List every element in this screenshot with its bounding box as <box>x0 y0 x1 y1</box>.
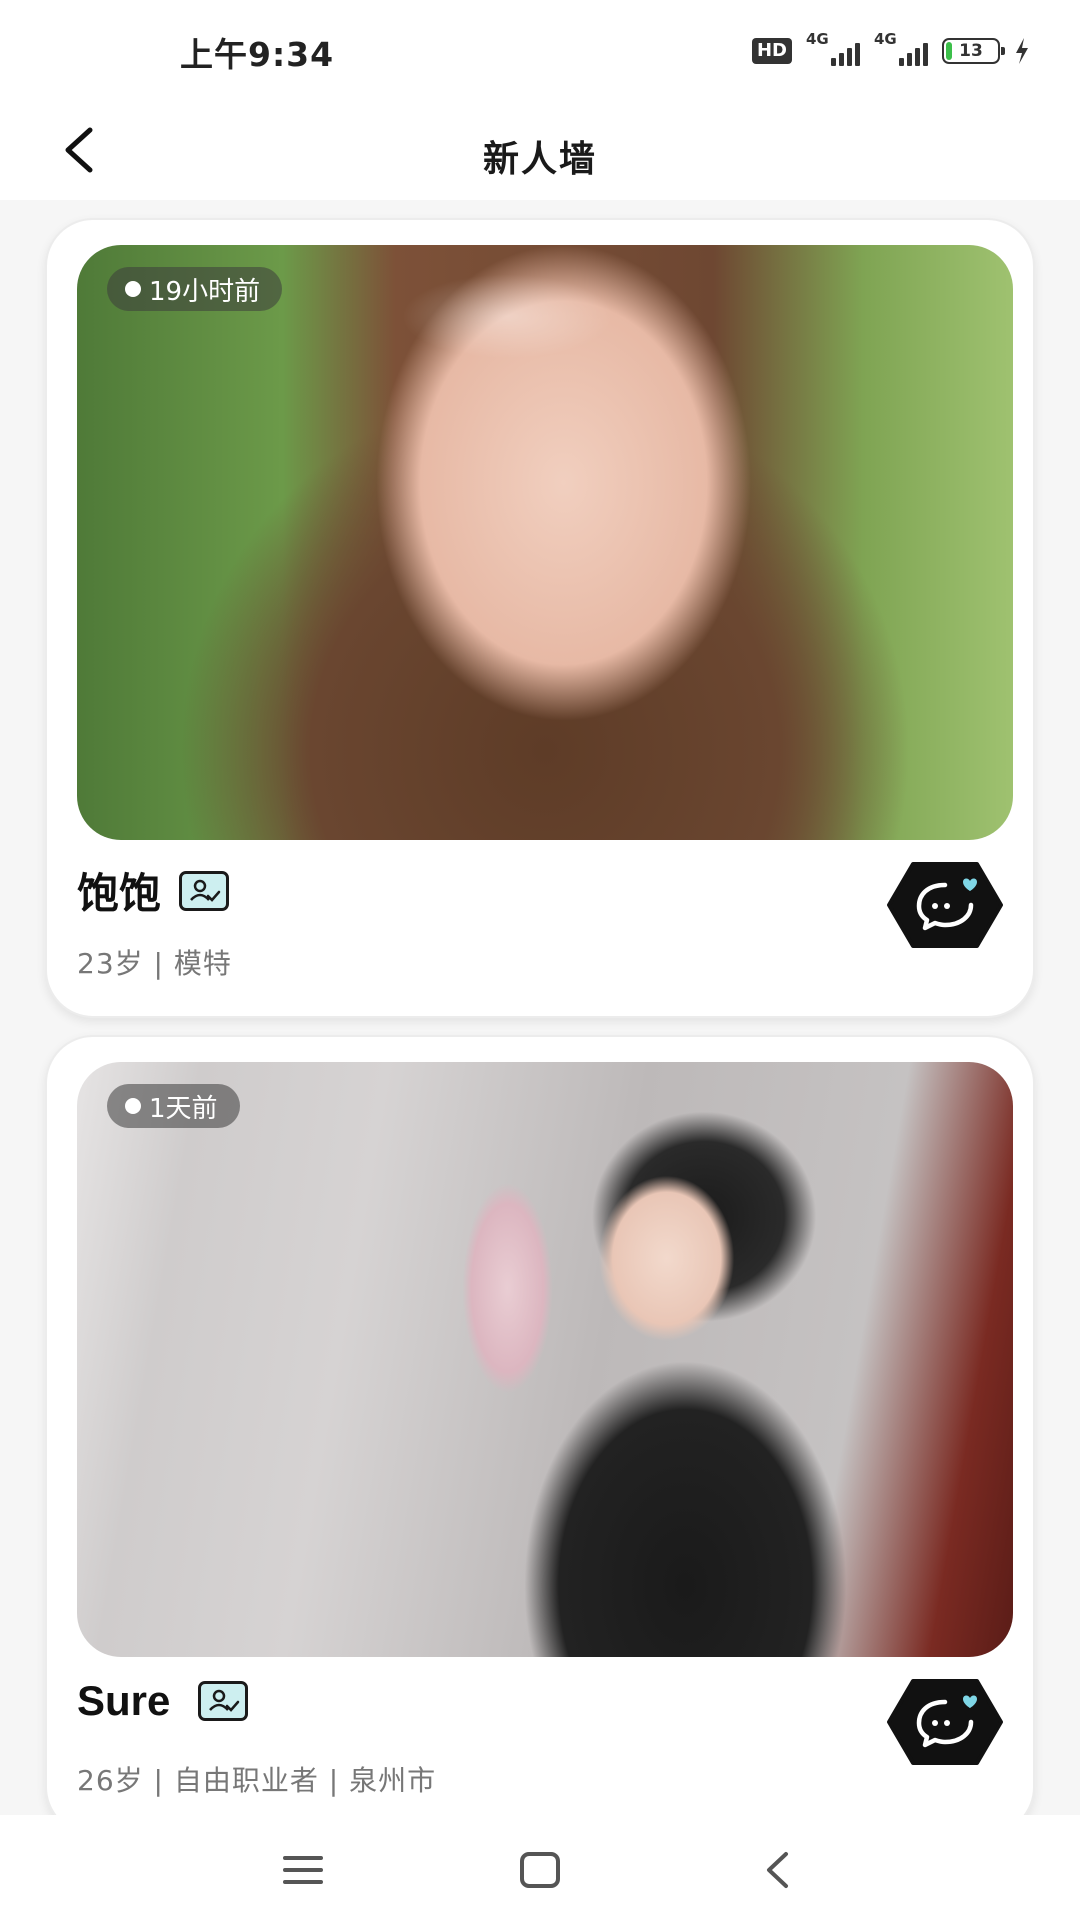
menu-button[interactable] <box>278 1845 328 1895</box>
id-card-icon <box>198 1681 249 1721</box>
hd-voice-icon: HD <box>751 38 792 64</box>
signal-icon: 4G <box>806 30 860 66</box>
time-ago-label: 19小时前 <box>149 276 261 307</box>
name-row: 饱饱 <box>77 860 230 921</box>
status-icons: HD 4G 4G 13 <box>751 30 1030 68</box>
system-back-button[interactable] <box>752 1845 802 1895</box>
signal-icon-2: 4G <box>874 30 928 66</box>
chat-button[interactable] <box>885 1677 1005 1767</box>
network-type-label-2: 4G <box>874 30 897 48</box>
online-dot-icon <box>125 281 141 297</box>
name-row: Sure <box>77 1677 249 1725</box>
status-bar: 上午9:34 HD 4G 4G 13 <box>0 0 1080 100</box>
page-title: 新人墙 <box>482 139 597 180</box>
newcomer-feed[interactable]: 19小时前 饱饱 23岁 | 模特 1天前 Sure 26岁 | 自由职业者 |… <box>0 200 1080 1815</box>
online-time-badge: 1天前 <box>107 1084 240 1128</box>
profile-photo[interactable]: 19小时前 <box>77 245 1013 840</box>
profile-card[interactable]: 1天前 Sure 26岁 | 自由职业者 | 泉州市 <box>45 1035 1035 1815</box>
home-button[interactable] <box>515 1845 565 1895</box>
chat-button[interactable] <box>885 860 1005 950</box>
profile-photo[interactable]: 1天前 <box>77 1062 1013 1657</box>
system-nav-bar <box>0 1815 1080 1920</box>
charging-icon <box>1016 38 1028 64</box>
online-time-badge: 19小时前 <box>107 267 283 311</box>
profile-meta: 26岁 | 自由职业者 | 泉州市 <box>77 1764 437 1797</box>
battery-icon: 13 <box>942 38 1005 64</box>
home-square-icon <box>520 1852 560 1888</box>
profile-name: 饱饱 <box>77 869 162 918</box>
header: 新人墙 <box>0 100 1080 200</box>
back-chevron-icon <box>767 1852 788 1888</box>
profile-meta: 23岁 | 模特 <box>77 947 232 980</box>
profile-card[interactable]: 19小时前 饱饱 23岁 | 模特 <box>45 218 1035 1018</box>
profile-name: Sure <box>77 1677 171 1724</box>
chat-heart-icon <box>887 862 1003 948</box>
time-ago-label: 1天前 <box>149 1093 218 1124</box>
status-time: 上午9:34 <box>180 35 335 74</box>
network-type-label: 4G <box>806 30 829 48</box>
menu-icon <box>283 1856 323 1884</box>
online-dot-icon <box>125 1098 141 1114</box>
id-card-icon <box>179 870 230 911</box>
chat-heart-icon <box>887 1679 1003 1765</box>
